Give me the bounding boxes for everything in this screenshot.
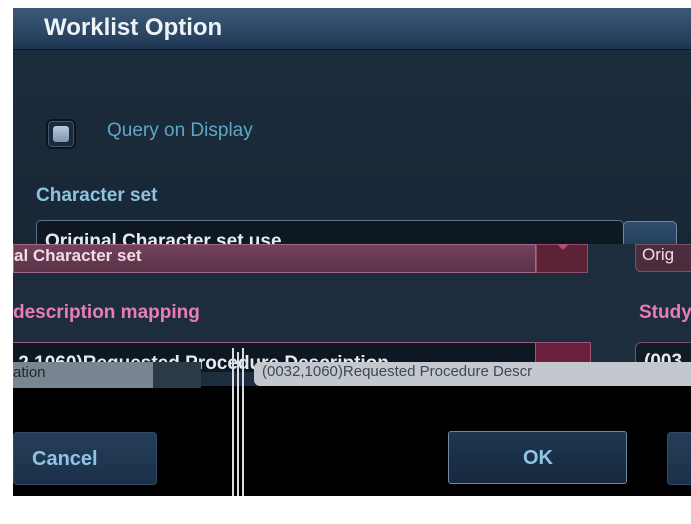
character-set-dropdown-button[interactable] [536, 244, 588, 273]
artifact-line [232, 348, 234, 496]
worklist-option-dialog: Worklist Option Query on Display Charact… [13, 8, 691, 496]
cancel-button[interactable]: Cancel [13, 432, 157, 485]
chevron-down-icon [554, 244, 572, 250]
artifact-text-left: ation [13, 364, 46, 381]
options-panel [13, 50, 691, 244]
original-field-value: Orig [642, 245, 675, 264]
artifact-line [237, 352, 239, 496]
artifact-field-right: (0032,1060)Requested Procedure Descr [254, 362, 691, 386]
side-button[interactable] [623, 221, 677, 244]
study-label: Study [639, 302, 691, 323]
artifact-field-left: ation [13, 362, 153, 388]
title-bar: Worklist Option [13, 8, 691, 50]
extra-button[interactable] [667, 432, 691, 485]
character-set-value: Original Character set use [45, 231, 282, 244]
checkbox-box [53, 126, 69, 142]
dialog-title: Worklist Option [44, 14, 223, 41]
character-set-value-duplicate: al Character set [14, 246, 142, 265]
query-on-display-checkbox[interactable] [46, 119, 76, 149]
character-set-select[interactable]: Original Character set use [36, 220, 624, 244]
original-field[interactable]: Orig [635, 244, 691, 272]
description-mapping-label: description mapping [13, 302, 200, 323]
character-set-label: Character set [36, 185, 158, 206]
character-set-select-duplicate[interactable]: al Character set [13, 244, 536, 273]
query-on-display-label[interactable]: Query on Display [107, 120, 253, 142]
artifact-block [153, 362, 201, 388]
ok-button-label: OK [523, 447, 553, 469]
artifact-line [242, 348, 244, 496]
ok-button[interactable]: OK [448, 431, 627, 484]
artifact-text-right: (0032,1060)Requested Procedure Descr [262, 363, 533, 380]
cancel-button-label: Cancel [32, 448, 98, 470]
